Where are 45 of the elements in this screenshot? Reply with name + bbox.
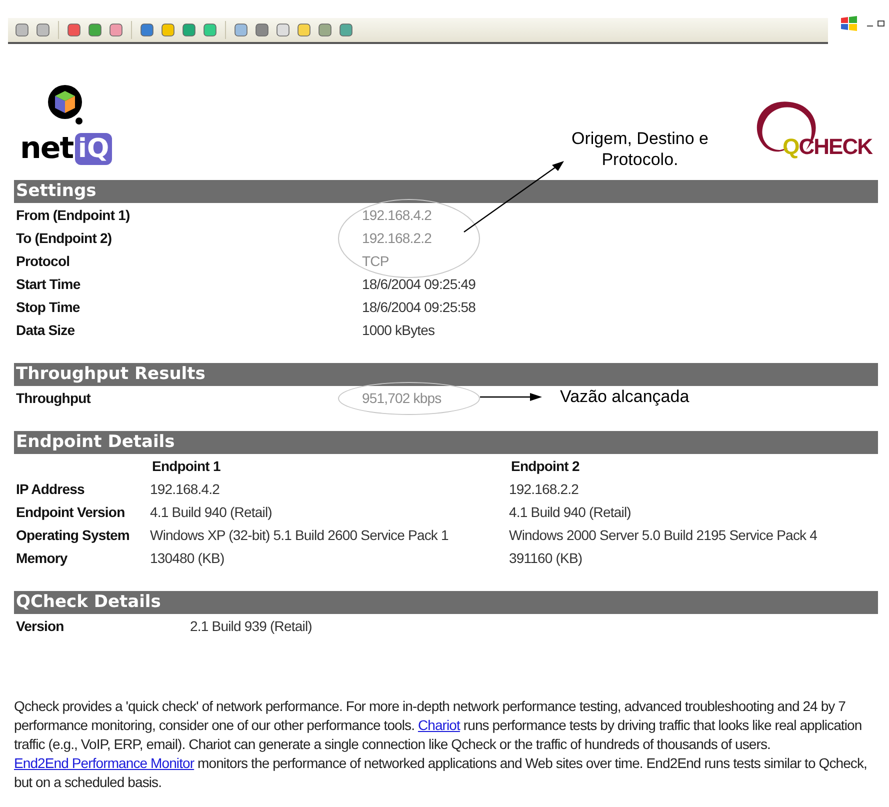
table-cell-text: 130480 (KB) (150, 550, 226, 566)
logo-text: net (20, 131, 74, 166)
logo-badge: iQ (75, 132, 112, 164)
field-label: Stop Time (15, 298, 81, 314)
field-label: Data Size (15, 322, 76, 338)
field-label: Memory (15, 550, 68, 566)
field-label: Start Time (15, 276, 82, 292)
field-value: 951,702 kbps (362, 390, 442, 406)
table-cell-text: 4.1 Build 940 (Retail) (150, 504, 273, 520)
field-label: Endpoint Version (15, 504, 126, 520)
description-paragraph: Qcheck provides a 'quick check' of network performance. For more in-depth network performance testing, advanced troubleshooting and 24 by 7 performance monitoring, consider one of our other performance tools. Chariot runs performance tests by driving traffic that looks like real application traffic (e.g., VoIP, ERP, email). Chariot can generate a single connection like Qcheck or the traffic of hundreds of thousands of users. End2End Performance Monitor monitors the performance of networked applications and Web sites over time. End2End runs tests similar to Qcheck, but on a scheduled basis. (14, 697, 868, 792)
field-value: 1000 kBytes (362, 322, 435, 338)
table-cell-text: 4.1 Build 940 (Retail) (509, 504, 632, 520)
windows-flag-icon (839, 14, 859, 34)
section-header: Endpoint Details (14, 431, 878, 454)
section-header: Throughput Results (14, 363, 878, 386)
field-value: 192.168.4.2 (362, 206, 432, 222)
field-value: 2.1 Build 939 (Retail) (190, 618, 312, 634)
field-value: TCP (362, 252, 389, 268)
annotation-text: Origem, Destino e Protocolo. (570, 128, 710, 170)
table-cell-text: Windows 2000 Server 5.0 Build 2195 Service Pack 4 (509, 526, 818, 542)
table-cell-text: Windows XP (32-bit) 5.1 Build 2600 Service Pack 1 (150, 526, 450, 542)
field-label: Protocol (15, 252, 71, 268)
logo-letter: Q (782, 134, 799, 160)
annotation-text: Vazão alcançada (560, 387, 690, 407)
field-value: 192.168.2.2 (362, 230, 432, 246)
table-cell-text: 192.168.2.2 (509, 480, 580, 496)
field-label: Version (15, 618, 65, 634)
section-header: QCheck Details (14, 591, 878, 614)
table-cell-text: 391160 (KB) (509, 550, 584, 566)
column-header: Endpoint 2 (510, 458, 580, 474)
field-label: Operating System (15, 526, 130, 542)
column-header: Endpoint 1 (151, 458, 222, 474)
section-header: Settings (14, 180, 878, 203)
field-label: To (Endpoint 2) (15, 230, 113, 246)
logo-text: CHECK (798, 134, 872, 160)
table-cell-text: 192.168.4.2 (150, 480, 221, 496)
field-value: 18/6/2004 09:25:58 (362, 298, 476, 314)
field-label: IP Address (15, 480, 86, 496)
product-link[interactable]: Chariot (418, 717, 460, 733)
field-label: Throughput (15, 390, 92, 406)
product-link[interactable]: End2End Performance Monitor (14, 755, 194, 771)
field-label: From (Endpoint 1) (15, 206, 131, 222)
arrow (480, 392, 542, 402)
field-value: 18/6/2004 09:25:49 (362, 276, 476, 292)
